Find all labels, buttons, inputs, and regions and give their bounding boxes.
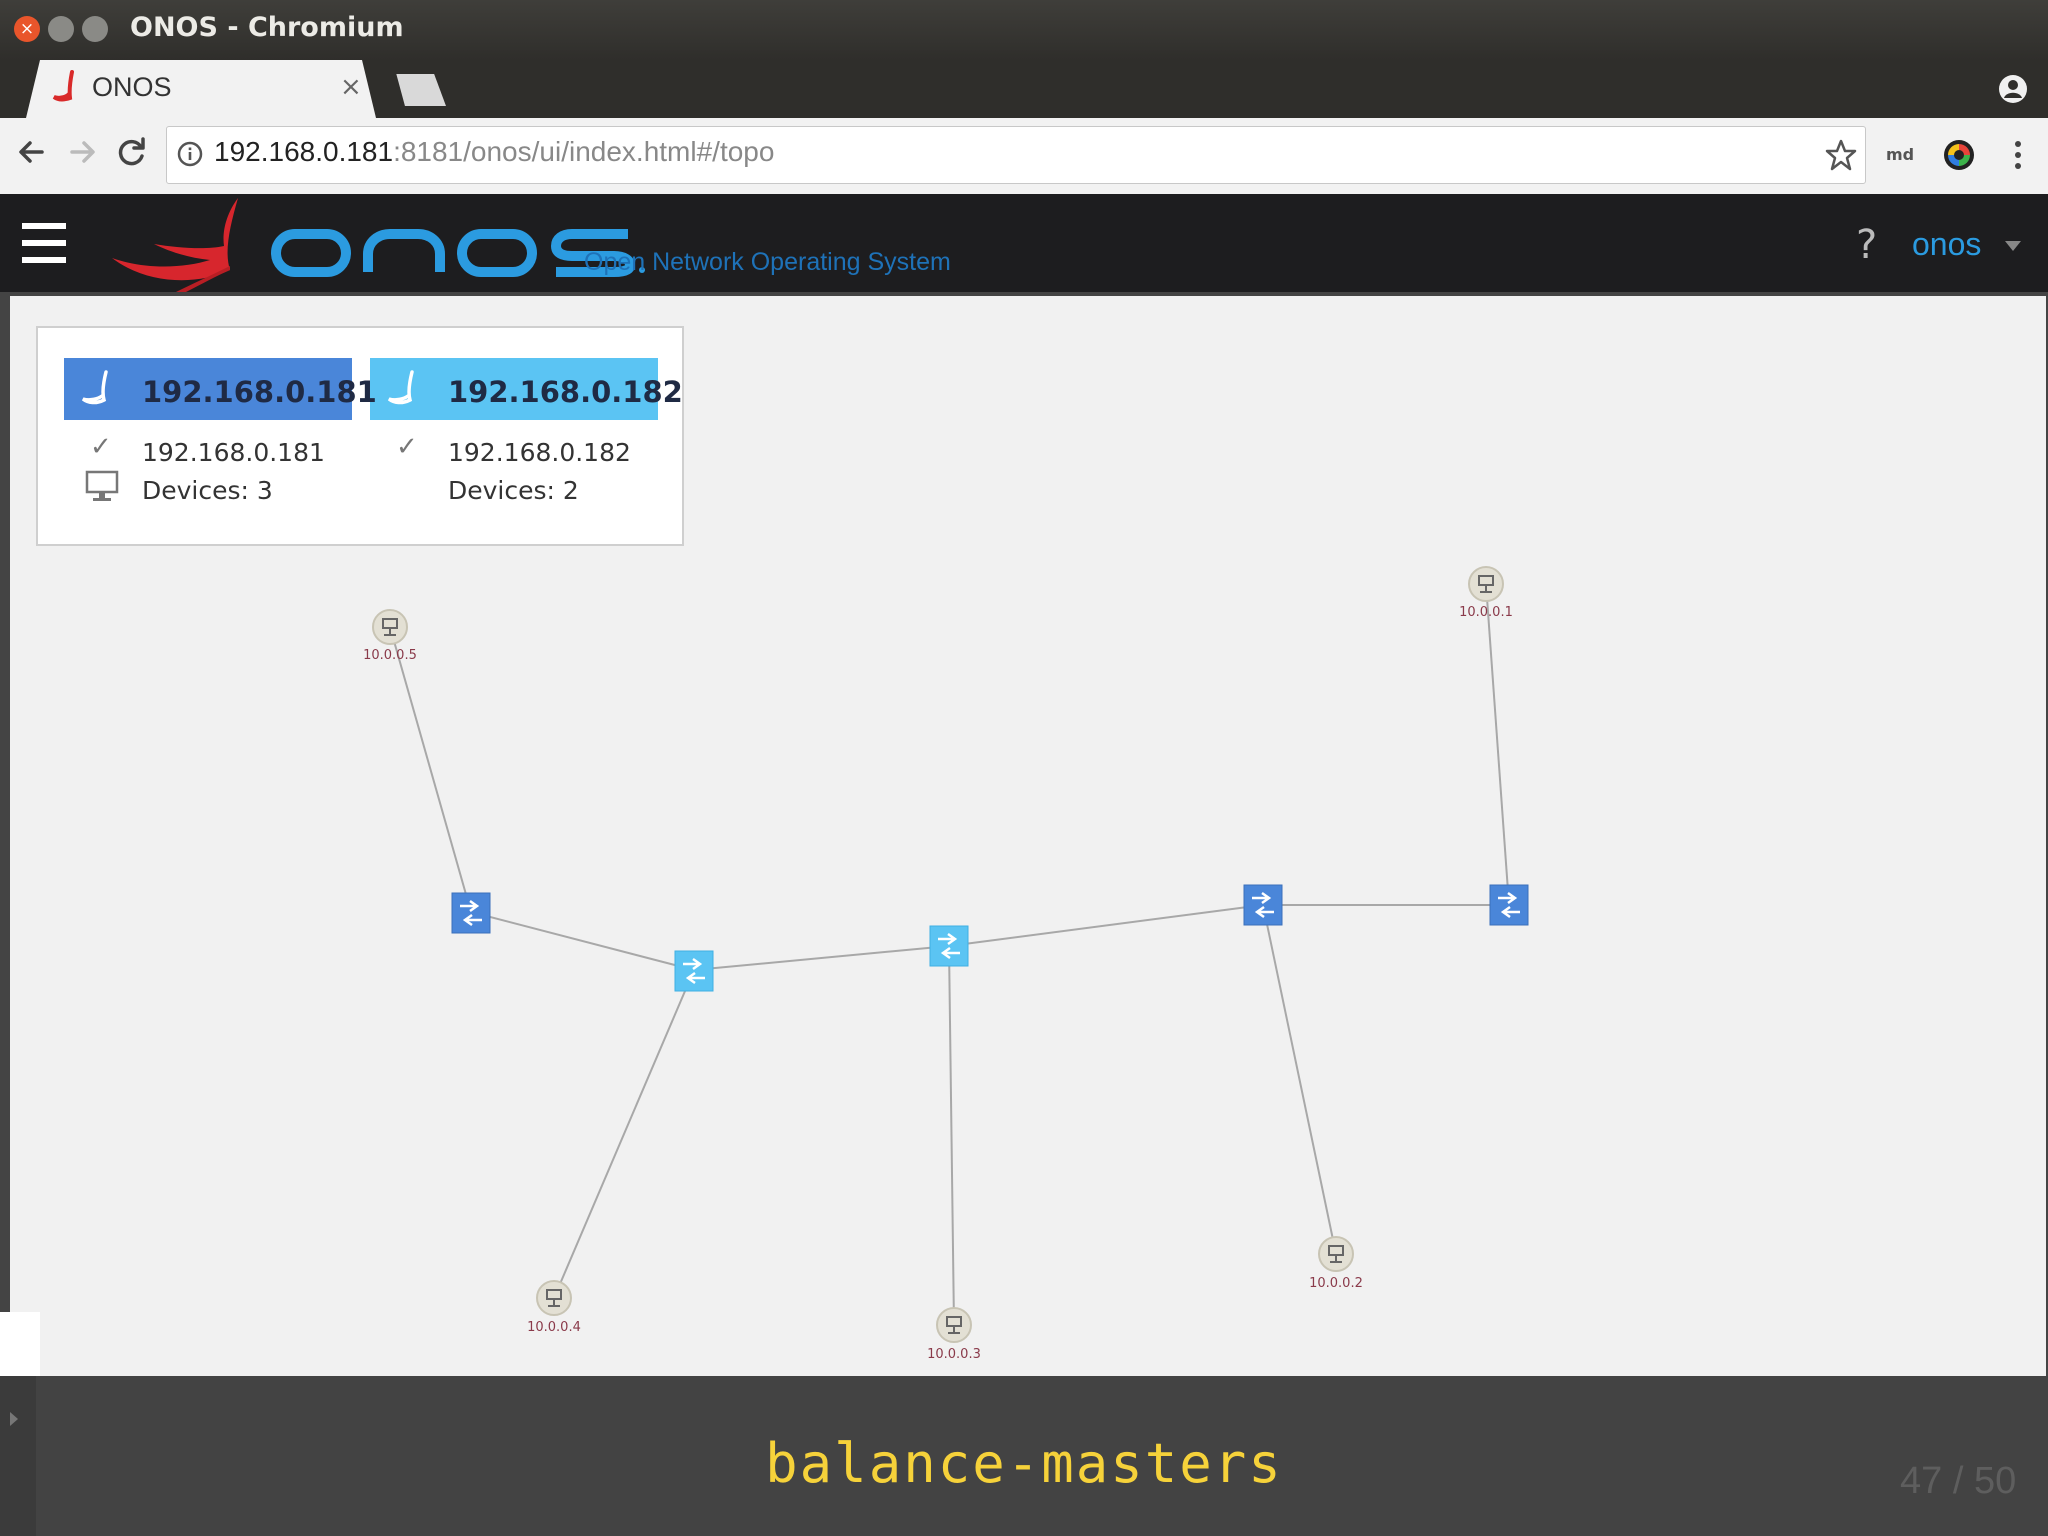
instance-title: 192.168.0.182	[448, 375, 683, 409]
onos-bird-icon	[387, 370, 414, 405]
host-node[interactable]: 10.0.0.1	[1459, 566, 1513, 620]
host-label: 10.0.0.3	[927, 1347, 981, 1362]
link[interactable]	[470, 911, 695, 971]
instance-devices: Devices: 3	[142, 476, 273, 505]
link[interactable]	[948, 904, 1264, 947]
slide-page-number: 47 / 50	[1900, 1460, 2017, 1502]
link[interactable]	[1485, 583, 1510, 906]
play-arrow-icon[interactable]	[10, 1412, 18, 1426]
instance-devices: Devices: 2	[448, 476, 579, 505]
onos-bird-icon	[81, 370, 108, 405]
side-panel-edge	[0, 1312, 40, 1376]
switch-node[interactable]	[674, 950, 714, 992]
host-node[interactable]: 10.0.0.4	[527, 1280, 581, 1335]
switch-node[interactable]	[1243, 884, 1283, 926]
check-icon: ✓	[396, 432, 418, 462]
monitor-icon	[85, 470, 119, 501]
host-label: 10.0.0.4	[527, 1320, 581, 1335]
link[interactable]	[1262, 904, 1337, 1255]
link[interactable]	[553, 969, 695, 1299]
host-label: 10.0.0.5	[363, 648, 417, 663]
switch-node[interactable]	[451, 892, 491, 934]
link[interactable]	[693, 945, 950, 971]
host-node[interactable]: 10.0.0.2	[1309, 1236, 1363, 1291]
instance-ip: 192.168.0.181	[142, 438, 325, 467]
link[interactable]	[948, 945, 955, 1326]
host-node[interactable]: 10.0.0.3	[927, 1307, 981, 1362]
host-label: 10.0.0.2	[1309, 1276, 1363, 1291]
switch-node[interactable]	[929, 925, 969, 967]
topology-graph: 10.0.0.5 10.0.0.1 10.0.0.4 10.0.0.3 10.0…	[363, 566, 1529, 1362]
check-icon: ✓	[90, 432, 112, 462]
slide-caption: balance-masters	[765, 1432, 1283, 1495]
instance-ip: 192.168.0.182	[448, 438, 631, 467]
switch-node[interactable]	[1489, 884, 1529, 926]
link[interactable]	[389, 626, 472, 913]
instance-title: 192.168.0.181	[142, 375, 377, 409]
host-label: 10.0.0.1	[1459, 605, 1513, 620]
host-node[interactable]: 10.0.0.5	[363, 609, 417, 663]
